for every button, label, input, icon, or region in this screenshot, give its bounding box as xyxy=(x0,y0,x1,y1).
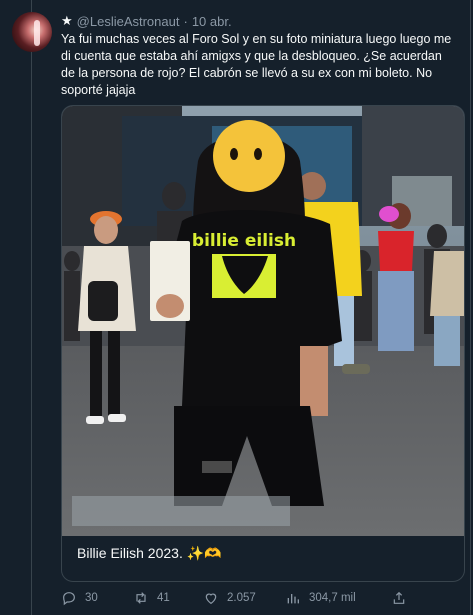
retweet-count: 41 xyxy=(157,592,170,604)
tweet-date[interactable]: 10 abr. xyxy=(192,14,232,29)
user-handle[interactable]: @LeslieAstronaut xyxy=(77,14,180,29)
views-icon xyxy=(287,594,299,604)
like-count: 2.057 xyxy=(227,592,256,604)
reply-button[interactable]: 30 xyxy=(61,590,133,606)
photo-illustration: billie eilish xyxy=(62,106,464,536)
avatar[interactable] xyxy=(12,12,52,52)
views-count: 304,7 mil xyxy=(309,592,356,604)
shirt-print: billie eilish xyxy=(192,231,296,251)
concert-photo[interactable]: billie eilish xyxy=(62,106,464,536)
separator: · xyxy=(183,13,188,29)
like-icon xyxy=(205,593,217,605)
share-button[interactable] xyxy=(391,590,407,606)
media-caption: Billie Eilish 2023. ✨🫶 xyxy=(77,545,222,562)
retweet-icon xyxy=(136,592,146,604)
reply-icon xyxy=(63,592,75,606)
caption-emoji: ✨🫶 xyxy=(186,545,222,561)
share-icon xyxy=(393,591,405,604)
star-icon: ★ xyxy=(61,13,73,28)
reply-count: 30 xyxy=(85,592,98,604)
retweet-button[interactable]: 41 xyxy=(133,590,203,606)
tweet-header: ★ @LeslieAstronaut · 10 abr. xyxy=(61,13,232,29)
media-card[interactable]: billie eilish Billie Eilish 2023. ✨🫶 xyxy=(61,105,465,582)
caption-text: Billie Eilish 2023. xyxy=(77,545,183,561)
thread-line xyxy=(31,0,32,615)
views-button[interactable]: 304,7 mil xyxy=(285,590,391,606)
tweet-text: Ya fui muchas veces al Foro Sol y en su … xyxy=(61,32,452,97)
tweet-actions: 30 41 2.057 304,7 mil xyxy=(61,590,461,606)
like-button[interactable]: 2.057 xyxy=(203,590,285,606)
right-border xyxy=(470,0,471,615)
